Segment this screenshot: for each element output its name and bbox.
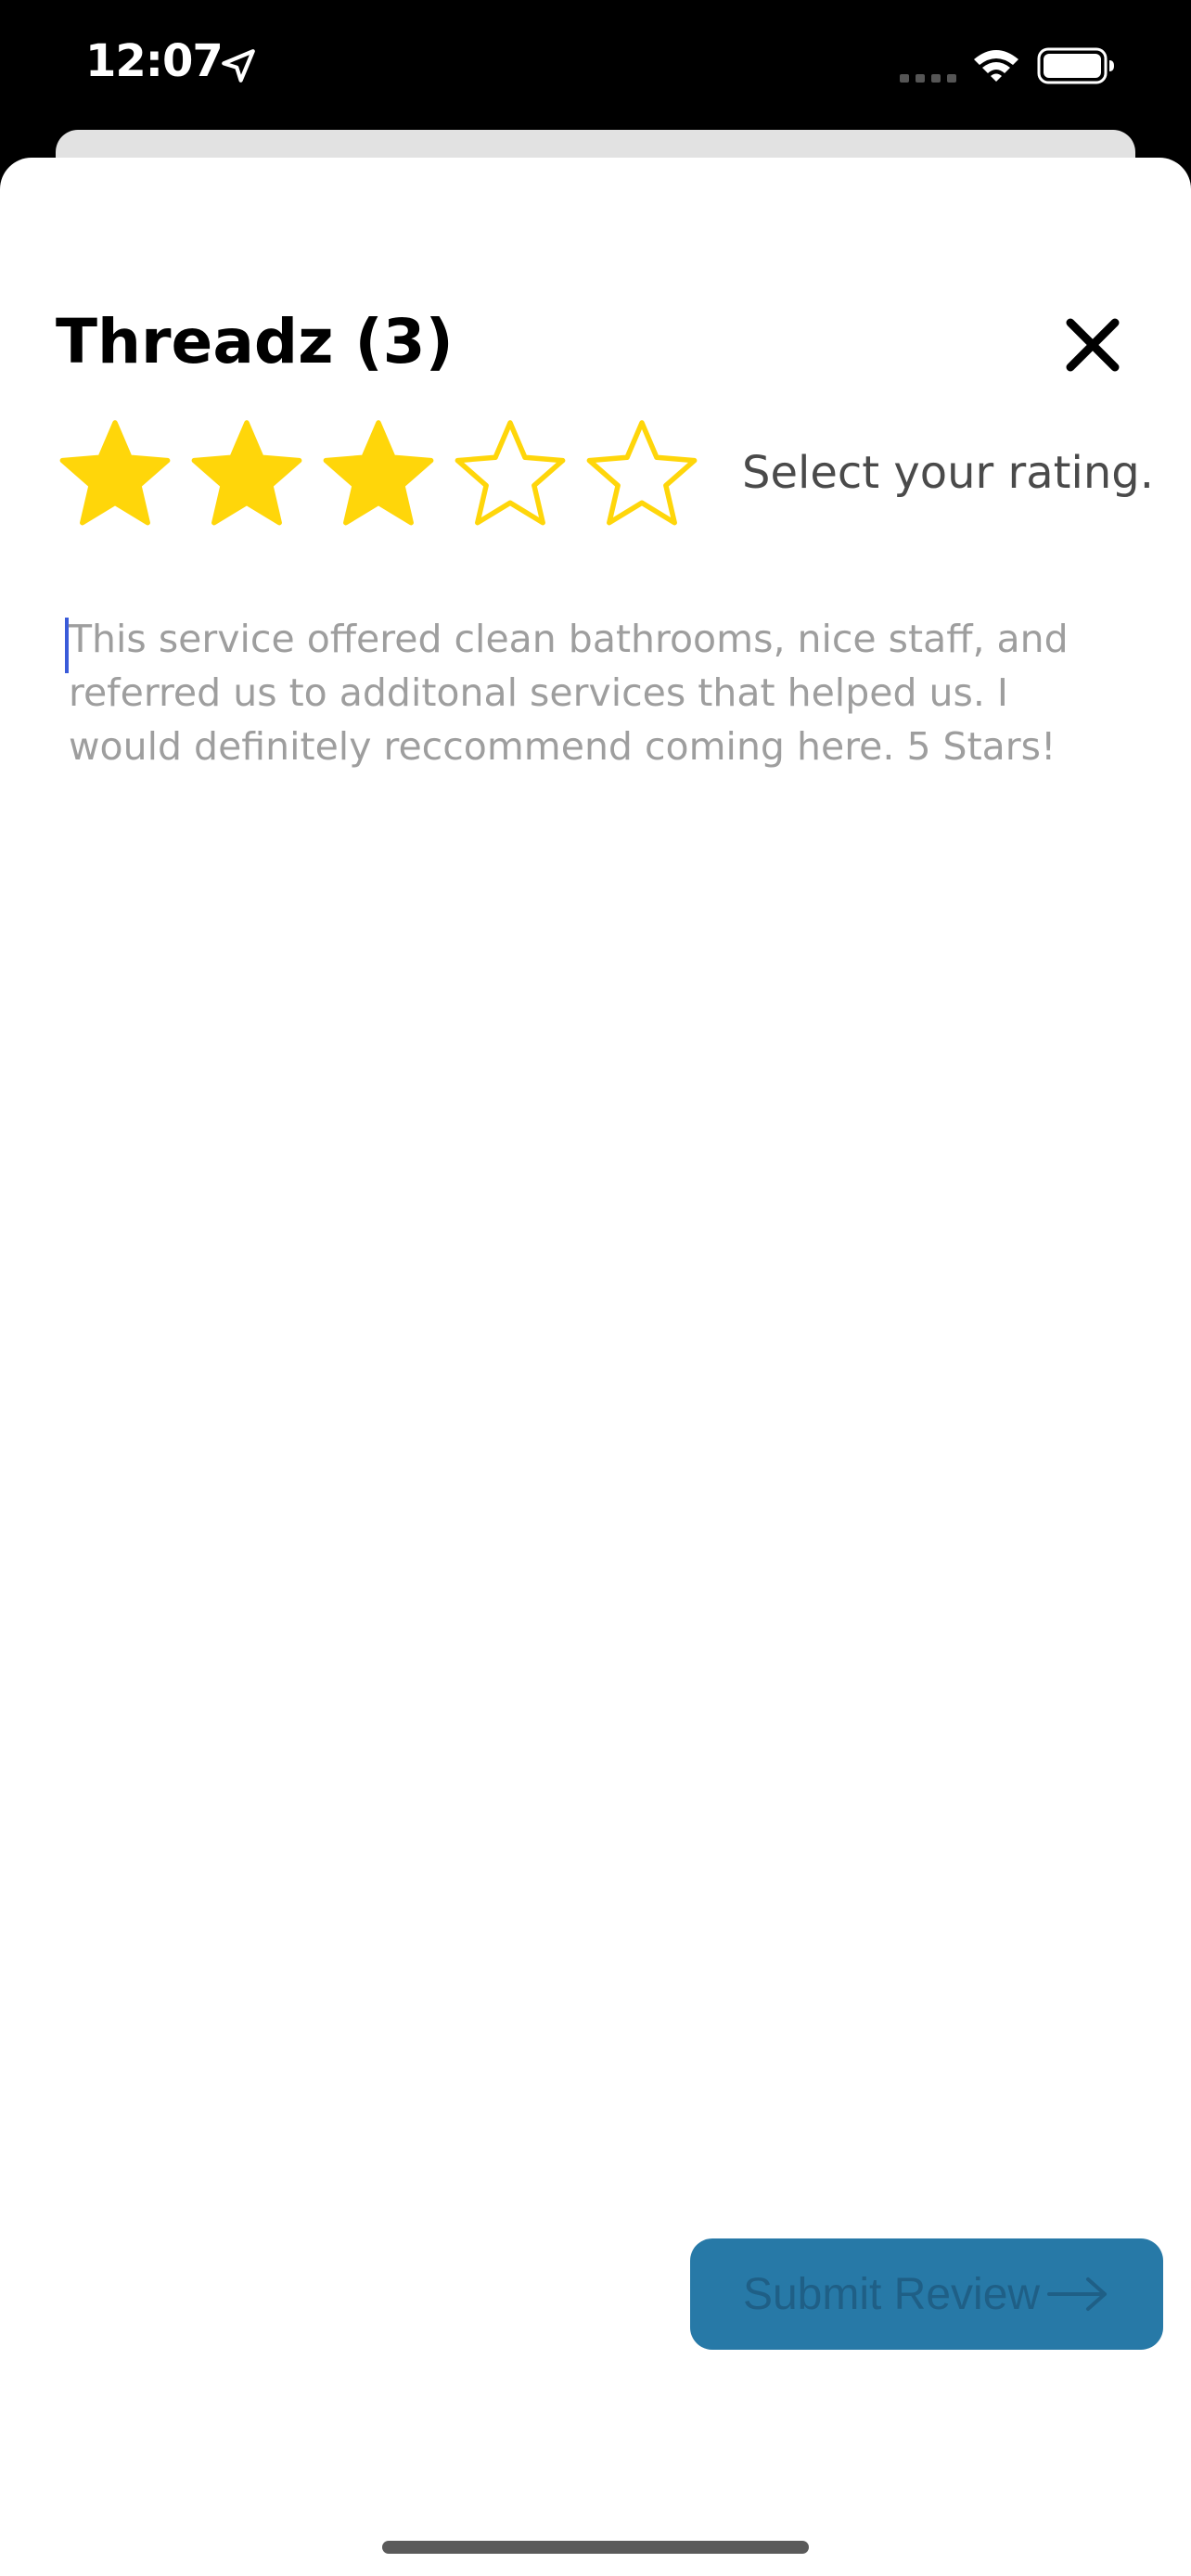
star-1-icon[interactable]: [54, 414, 176, 536]
star-4-icon[interactable]: [449, 414, 571, 536]
page-title: Threadz (3): [56, 306, 454, 377]
screen: 12:07 Threadz (3) Select your rating. Th…: [0, 0, 1191, 2576]
star-2-icon[interactable]: [186, 414, 308, 536]
close-button[interactable]: [1054, 306, 1132, 384]
submit-review-button[interactable]: Submit Review: [690, 2238, 1163, 2350]
review-sheet: Threadz (3) Select your rating. This ser…: [0, 158, 1191, 2576]
home-indicator: [382, 2541, 809, 2554]
star-5-icon[interactable]: [581, 414, 703, 536]
location-arrow-icon: [222, 49, 255, 83]
review-text-input[interactable]: This service offered clean bathrooms, ni…: [65, 612, 1132, 890]
star-rating[interactable]: [54, 414, 703, 543]
rating-hint: Select your rating.: [742, 447, 1154, 499]
submit-review-label: Submit Review: [742, 2269, 1041, 2319]
status-bar: 12:07: [0, 0, 1191, 139]
close-icon: [1066, 318, 1120, 372]
status-time: 12:07: [85, 35, 224, 87]
review-placeholder[interactable]: This service offered clean bathrooms, ni…: [69, 612, 1126, 773]
wifi-icon: [974, 50, 1018, 82]
battery-icon: [1037, 47, 1114, 84]
arrow-right-icon: [1047, 2277, 1108, 2311]
cellular-signal-icon: [900, 74, 956, 83]
star-3-icon[interactable]: [317, 414, 440, 536]
